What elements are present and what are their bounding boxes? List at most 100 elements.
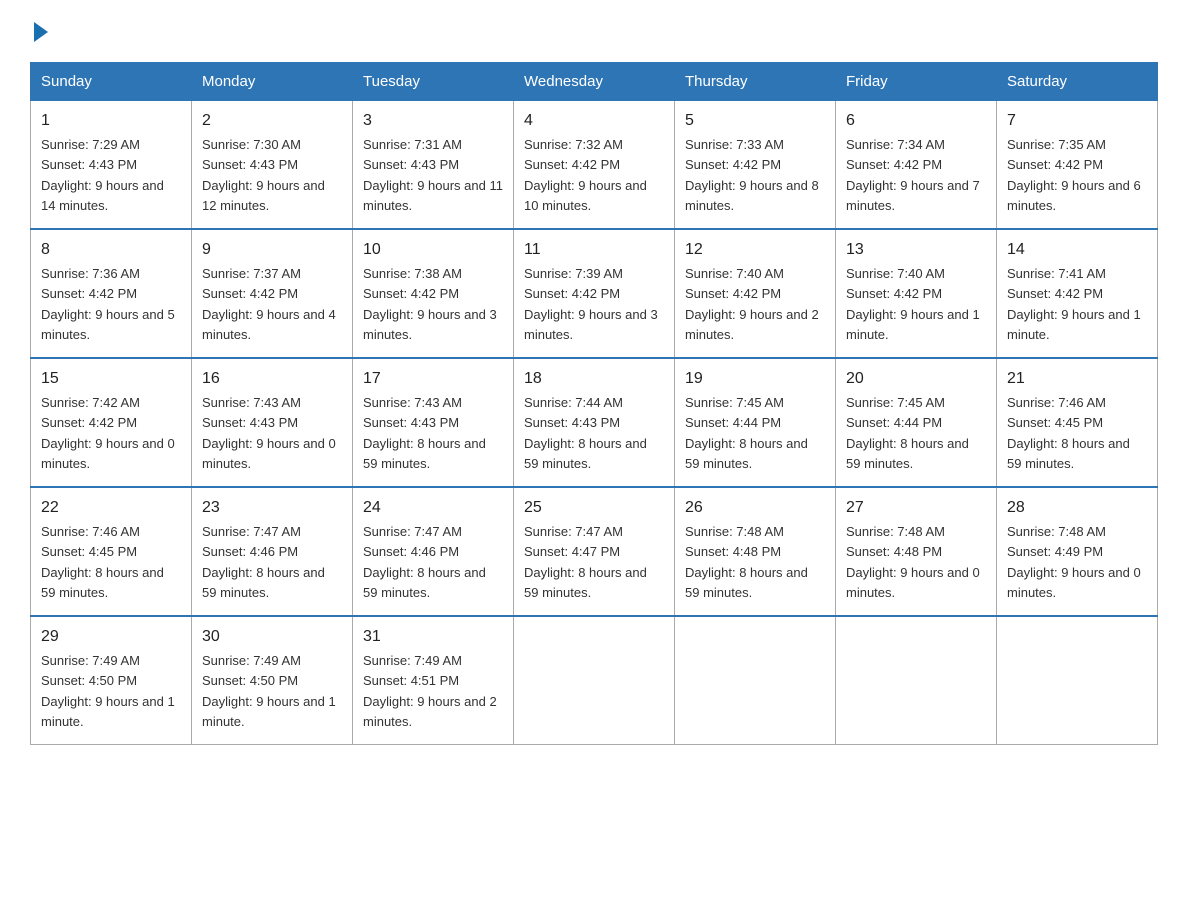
calendar-cell: 12 Sunrise: 7:40 AMSunset: 4:42 PMDaylig…	[675, 229, 836, 358]
day-info: Sunrise: 7:48 AMSunset: 4:48 PMDaylight:…	[685, 524, 808, 600]
day-number: 10	[363, 238, 503, 262]
logo-arrow-icon	[34, 22, 48, 42]
day-info: Sunrise: 7:49 AMSunset: 4:50 PMDaylight:…	[41, 653, 175, 729]
day-number: 12	[685, 238, 825, 262]
day-number: 16	[202, 367, 342, 391]
day-number: 26	[685, 496, 825, 520]
calendar-cell: 25 Sunrise: 7:47 AMSunset: 4:47 PMDaylig…	[514, 487, 675, 616]
day-number: 29	[41, 625, 181, 649]
logo	[30, 20, 48, 42]
day-info: Sunrise: 7:40 AMSunset: 4:42 PMDaylight:…	[846, 266, 980, 342]
calendar-cell	[514, 616, 675, 745]
calendar-cell: 19 Sunrise: 7:45 AMSunset: 4:44 PMDaylig…	[675, 358, 836, 487]
day-info: Sunrise: 7:44 AMSunset: 4:43 PMDaylight:…	[524, 395, 647, 471]
week-row-5: 29 Sunrise: 7:49 AMSunset: 4:50 PMDaylig…	[31, 616, 1158, 745]
day-info: Sunrise: 7:30 AMSunset: 4:43 PMDaylight:…	[202, 137, 325, 213]
calendar-cell: 21 Sunrise: 7:46 AMSunset: 4:45 PMDaylig…	[997, 358, 1158, 487]
calendar-cell	[997, 616, 1158, 745]
calendar-cell: 7 Sunrise: 7:35 AMSunset: 4:42 PMDayligh…	[997, 101, 1158, 230]
header-monday: Monday	[192, 63, 353, 101]
day-info: Sunrise: 7:31 AMSunset: 4:43 PMDaylight:…	[363, 137, 503, 213]
header-thursday: Thursday	[675, 63, 836, 101]
calendar-cell: 9 Sunrise: 7:37 AMSunset: 4:42 PMDayligh…	[192, 229, 353, 358]
calendar-header: SundayMondayTuesdayWednesdayThursdayFrid…	[31, 63, 1158, 101]
calendar-cell: 5 Sunrise: 7:33 AMSunset: 4:42 PMDayligh…	[675, 101, 836, 230]
day-number: 8	[41, 238, 181, 262]
calendar-cell: 30 Sunrise: 7:49 AMSunset: 4:50 PMDaylig…	[192, 616, 353, 745]
week-row-3: 15 Sunrise: 7:42 AMSunset: 4:42 PMDaylig…	[31, 358, 1158, 487]
day-info: Sunrise: 7:48 AMSunset: 4:49 PMDaylight:…	[1007, 524, 1141, 600]
day-info: Sunrise: 7:42 AMSunset: 4:42 PMDaylight:…	[41, 395, 175, 471]
week-row-4: 22 Sunrise: 7:46 AMSunset: 4:45 PMDaylig…	[31, 487, 1158, 616]
calendar-cell: 20 Sunrise: 7:45 AMSunset: 4:44 PMDaylig…	[836, 358, 997, 487]
page-header	[30, 20, 1158, 42]
day-number: 24	[363, 496, 503, 520]
calendar-cell: 8 Sunrise: 7:36 AMSunset: 4:42 PMDayligh…	[31, 229, 192, 358]
calendar-cell: 29 Sunrise: 7:49 AMSunset: 4:50 PMDaylig…	[31, 616, 192, 745]
day-number: 18	[524, 367, 664, 391]
day-info: Sunrise: 7:33 AMSunset: 4:42 PMDaylight:…	[685, 137, 819, 213]
calendar-cell: 26 Sunrise: 7:48 AMSunset: 4:48 PMDaylig…	[675, 487, 836, 616]
day-number: 15	[41, 367, 181, 391]
day-number: 11	[524, 238, 664, 262]
day-info: Sunrise: 7:45 AMSunset: 4:44 PMDaylight:…	[846, 395, 969, 471]
day-info: Sunrise: 7:46 AMSunset: 4:45 PMDaylight:…	[41, 524, 164, 600]
day-number: 27	[846, 496, 986, 520]
day-info: Sunrise: 7:47 AMSunset: 4:46 PMDaylight:…	[202, 524, 325, 600]
day-info: Sunrise: 7:45 AMSunset: 4:44 PMDaylight:…	[685, 395, 808, 471]
calendar-cell: 2 Sunrise: 7:30 AMSunset: 4:43 PMDayligh…	[192, 101, 353, 230]
day-info: Sunrise: 7:48 AMSunset: 4:48 PMDaylight:…	[846, 524, 980, 600]
calendar-cell: 22 Sunrise: 7:46 AMSunset: 4:45 PMDaylig…	[31, 487, 192, 616]
calendar-cell: 16 Sunrise: 7:43 AMSunset: 4:43 PMDaylig…	[192, 358, 353, 487]
header-wednesday: Wednesday	[514, 63, 675, 101]
calendar-cell: 15 Sunrise: 7:42 AMSunset: 4:42 PMDaylig…	[31, 358, 192, 487]
day-number: 20	[846, 367, 986, 391]
logo-top	[30, 20, 48, 42]
calendar-cell: 27 Sunrise: 7:48 AMSunset: 4:48 PMDaylig…	[836, 487, 997, 616]
day-info: Sunrise: 7:39 AMSunset: 4:42 PMDaylight:…	[524, 266, 658, 342]
header-sunday: Sunday	[31, 63, 192, 101]
day-info: Sunrise: 7:29 AMSunset: 4:43 PMDaylight:…	[41, 137, 164, 213]
day-info: Sunrise: 7:47 AMSunset: 4:46 PMDaylight:…	[363, 524, 486, 600]
calendar-cell: 31 Sunrise: 7:49 AMSunset: 4:51 PMDaylig…	[353, 616, 514, 745]
day-number: 30	[202, 625, 342, 649]
week-row-2: 8 Sunrise: 7:36 AMSunset: 4:42 PMDayligh…	[31, 229, 1158, 358]
calendar-cell: 13 Sunrise: 7:40 AMSunset: 4:42 PMDaylig…	[836, 229, 997, 358]
calendar-cell: 14 Sunrise: 7:41 AMSunset: 4:42 PMDaylig…	[997, 229, 1158, 358]
day-info: Sunrise: 7:35 AMSunset: 4:42 PMDaylight:…	[1007, 137, 1141, 213]
day-number: 19	[685, 367, 825, 391]
calendar-cell: 23 Sunrise: 7:47 AMSunset: 4:46 PMDaylig…	[192, 487, 353, 616]
week-row-1: 1 Sunrise: 7:29 AMSunset: 4:43 PMDayligh…	[31, 101, 1158, 230]
day-number: 2	[202, 109, 342, 133]
day-info: Sunrise: 7:37 AMSunset: 4:42 PMDaylight:…	[202, 266, 336, 342]
calendar-cell: 3 Sunrise: 7:31 AMSunset: 4:43 PMDayligh…	[353, 101, 514, 230]
header-tuesday: Tuesday	[353, 63, 514, 101]
calendar-cell: 10 Sunrise: 7:38 AMSunset: 4:42 PMDaylig…	[353, 229, 514, 358]
day-number: 5	[685, 109, 825, 133]
day-number: 6	[846, 109, 986, 133]
calendar-cell: 11 Sunrise: 7:39 AMSunset: 4:42 PMDaylig…	[514, 229, 675, 358]
calendar-cell: 4 Sunrise: 7:32 AMSunset: 4:42 PMDayligh…	[514, 101, 675, 230]
calendar-cell: 17 Sunrise: 7:43 AMSunset: 4:43 PMDaylig…	[353, 358, 514, 487]
calendar-cell: 28 Sunrise: 7:48 AMSunset: 4:49 PMDaylig…	[997, 487, 1158, 616]
day-info: Sunrise: 7:38 AMSunset: 4:42 PMDaylight:…	[363, 266, 497, 342]
calendar-cell	[836, 616, 997, 745]
calendar-cell: 1 Sunrise: 7:29 AMSunset: 4:43 PMDayligh…	[31, 101, 192, 230]
day-info: Sunrise: 7:47 AMSunset: 4:47 PMDaylight:…	[524, 524, 647, 600]
day-info: Sunrise: 7:41 AMSunset: 4:42 PMDaylight:…	[1007, 266, 1141, 342]
day-info: Sunrise: 7:32 AMSunset: 4:42 PMDaylight:…	[524, 137, 647, 213]
calendar-body: 1 Sunrise: 7:29 AMSunset: 4:43 PMDayligh…	[31, 101, 1158, 745]
calendar-cell: 24 Sunrise: 7:47 AMSunset: 4:46 PMDaylig…	[353, 487, 514, 616]
day-info: Sunrise: 7:43 AMSunset: 4:43 PMDaylight:…	[202, 395, 336, 471]
day-number: 4	[524, 109, 664, 133]
day-number: 28	[1007, 496, 1147, 520]
header-saturday: Saturday	[997, 63, 1158, 101]
day-number: 1	[41, 109, 181, 133]
calendar-cell: 18 Sunrise: 7:44 AMSunset: 4:43 PMDaylig…	[514, 358, 675, 487]
day-info: Sunrise: 7:43 AMSunset: 4:43 PMDaylight:…	[363, 395, 486, 471]
day-number: 21	[1007, 367, 1147, 391]
day-number: 25	[524, 496, 664, 520]
day-number: 31	[363, 625, 503, 649]
day-info: Sunrise: 7:36 AMSunset: 4:42 PMDaylight:…	[41, 266, 175, 342]
day-number: 17	[363, 367, 503, 391]
